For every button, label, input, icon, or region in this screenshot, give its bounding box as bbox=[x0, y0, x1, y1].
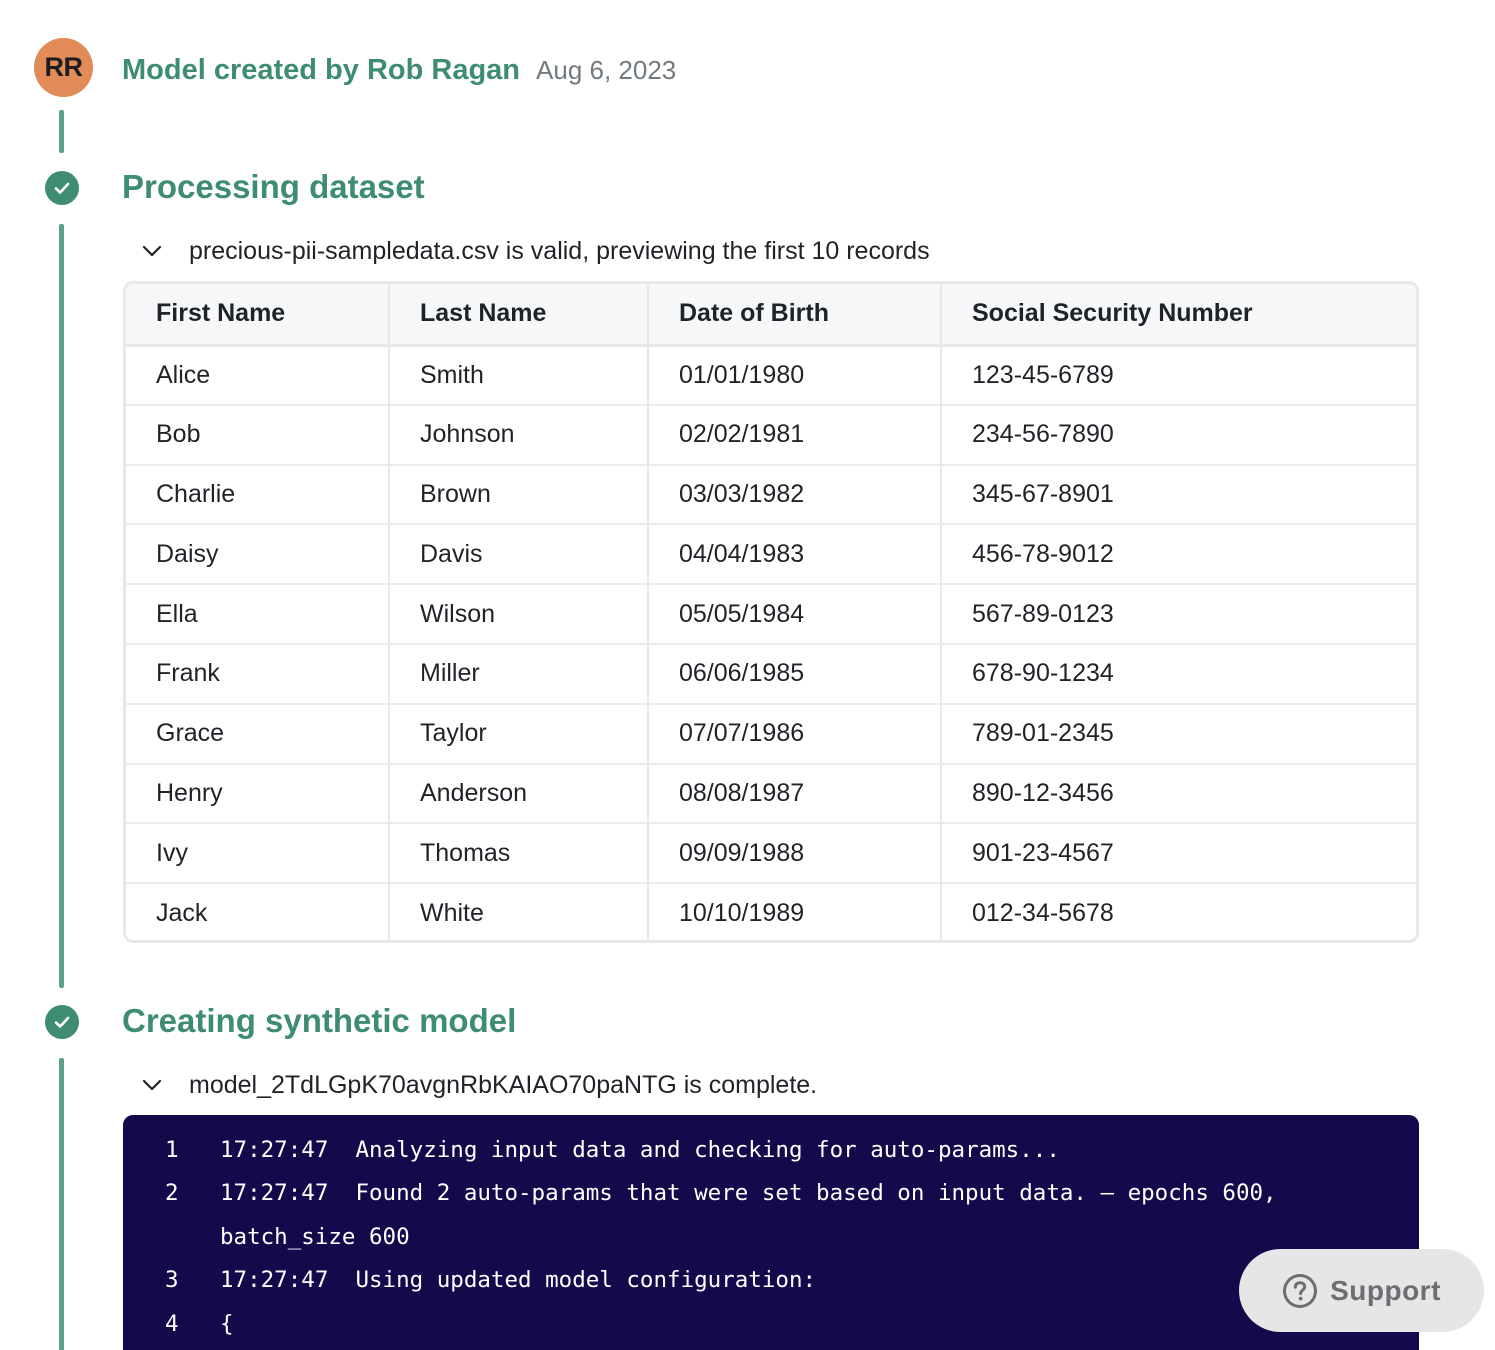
table-cell: Taylor bbox=[388, 702, 648, 764]
table-row: Jack White 10/10/1989 012-34-5678 bbox=[126, 882, 1416, 940]
header-title: Model created by Rob Ragan bbox=[122, 54, 521, 86]
table-cell: 123-45-6789 bbox=[940, 345, 1416, 405]
table-row: Ella Wilson 05/05/1984 567-89-0123 bbox=[126, 583, 1416, 644]
log-line-text: 17:27:47 Found 2 auto-params that were s… bbox=[220, 1180, 1277, 1206]
log-line-text: 17:27:47 Using updated model configurati… bbox=[220, 1267, 817, 1293]
table-cell: 789-01-2345 bbox=[940, 702, 1416, 764]
table-cell: Charlie bbox=[126, 463, 389, 525]
table-cell: 678-90-1234 bbox=[940, 642, 1416, 704]
log-line-number: 3 bbox=[165, 1267, 179, 1293]
table-cell: Brown bbox=[388, 463, 648, 525]
table-cell: 03/03/1982 bbox=[647, 463, 941, 525]
column-header: Last Name bbox=[388, 284, 648, 347]
table-cell: Miller bbox=[388, 642, 648, 704]
table-cell: Frank bbox=[126, 642, 389, 704]
table-cell: Wilson bbox=[388, 583, 648, 644]
table-row: Daisy Davis 04/04/1983 456-78-9012 bbox=[126, 523, 1416, 585]
table-cell: Grace bbox=[126, 702, 389, 764]
log-line-text: batch_size 600 bbox=[220, 1224, 410, 1250]
table-cell: 890-12-3456 bbox=[940, 762, 1416, 824]
table-cell: 04/04/1983 bbox=[647, 523, 941, 585]
check-circle-icon bbox=[45, 171, 79, 205]
table-row: Grace Taylor 07/07/1986 789-01-2345 bbox=[126, 702, 1416, 764]
step-summary-text: precious-pii-sampledata.csv is valid, pr… bbox=[189, 236, 930, 265]
activity-header: Model created by Rob Ragan Aug 6, 2023 bbox=[122, 54, 676, 94]
table-cell: 345-67-8901 bbox=[940, 463, 1416, 525]
table-cell: 012-34-5678 bbox=[940, 882, 1416, 940]
table-row: Charlie Brown 03/03/1982 345-67-8901 bbox=[126, 463, 1416, 525]
table-cell: Ivy bbox=[126, 822, 389, 884]
check-circle-icon bbox=[45, 1005, 79, 1039]
table-cell: Jack bbox=[126, 882, 389, 940]
column-header: Date of Birth bbox=[647, 284, 941, 347]
step-title-processing: Processing dataset bbox=[122, 168, 425, 205]
table-cell: 901-23-4567 bbox=[940, 822, 1416, 884]
table-cell: Daisy bbox=[126, 523, 389, 585]
table-cell: 567-89-0123 bbox=[940, 583, 1416, 644]
log-line-text: { bbox=[220, 1311, 234, 1337]
table-cell: Bob bbox=[126, 403, 389, 465]
table-cell: 08/08/1987 bbox=[647, 762, 941, 824]
timeline-connector bbox=[59, 224, 64, 988]
step-summary-toggle[interactable]: precious-pii-sampledata.csv is valid, pr… bbox=[140, 233, 930, 269]
column-header: Social Security Number bbox=[940, 284, 1416, 347]
table-cell: Alice bbox=[156, 360, 211, 389]
table-cell: 07/07/1986 bbox=[647, 702, 941, 764]
support-button[interactable]: Support bbox=[1239, 1249, 1484, 1332]
table-cell: Davis bbox=[388, 523, 648, 585]
log-line-number: 4 bbox=[165, 1311, 179, 1337]
step-title-creating-model: Creating synthetic model bbox=[122, 1002, 517, 1039]
table-cell: Smith bbox=[388, 345, 648, 405]
log-line-text: 17:27:47 Analyzing input data and checki… bbox=[220, 1137, 1060, 1163]
table-cell: 01/01/1980 bbox=[647, 345, 941, 405]
table-header-row: First Name Last Name Date of Birth Socia… bbox=[126, 284, 1416, 347]
table-cell: 10/10/1989 bbox=[647, 882, 941, 940]
avatar: RR bbox=[34, 38, 93, 97]
table-cell: Anderson bbox=[388, 762, 648, 824]
step-summary-text: model_2TdLGpK70avgnRbKAIAO70paNTG is com… bbox=[189, 1070, 818, 1099]
table-cell: 02/02/1981 bbox=[647, 403, 941, 465]
training-log[interactable]: 1 17:27:47 Analyzing input data and chec… bbox=[123, 1115, 1419, 1350]
data-preview-table: First Name Last Name Date of Birth Socia… bbox=[123, 281, 1419, 943]
table-row: Ivy Thomas 09/09/1988 901-23-4567 bbox=[126, 822, 1416, 884]
table-cell: 06/06/1985 bbox=[647, 642, 941, 704]
table-cell: Henry bbox=[126, 762, 389, 824]
table-cell: 234-56-7890 bbox=[940, 403, 1416, 465]
column-header: First Name bbox=[126, 284, 389, 347]
step-summary-toggle[interactable]: model_2TdLGpK70avgnRbKAIAO70paNTG is com… bbox=[140, 1067, 817, 1103]
timeline-connector bbox=[59, 1058, 64, 1350]
table-cell: 05/05/1984 bbox=[647, 583, 941, 644]
chevron-down-icon[interactable] bbox=[140, 1073, 164, 1097]
table-row: Bob Johnson 02/02/1981 234-56-7890 bbox=[126, 403, 1416, 465]
chevron-down-icon[interactable] bbox=[140, 239, 164, 263]
table-cell: Ella bbox=[126, 583, 389, 644]
table-row: Alice Smith 01/01/1980 123-45-6789 bbox=[126, 345, 1416, 405]
support-label: Support bbox=[1330, 1274, 1441, 1306]
log-line-number: 1 bbox=[165, 1137, 179, 1163]
table-cell: 456-78-9012 bbox=[940, 523, 1416, 585]
table-cell: White bbox=[388, 882, 648, 940]
table-cell: Thomas bbox=[388, 822, 648, 884]
timeline-connector bbox=[59, 110, 64, 153]
table-cell: 09/09/1988 bbox=[647, 822, 941, 884]
table-row: Henry Anderson 08/08/1987 890-12-3456 bbox=[126, 762, 1416, 824]
table-cell: Johnson bbox=[388, 403, 648, 465]
log-line-number: 2 bbox=[165, 1180, 179, 1206]
table-row: Frank Miller 06/06/1985 678-90-1234 bbox=[126, 642, 1416, 704]
help-circle-icon bbox=[1283, 1273, 1318, 1308]
header-date: Aug 6, 2023 bbox=[536, 55, 677, 85]
